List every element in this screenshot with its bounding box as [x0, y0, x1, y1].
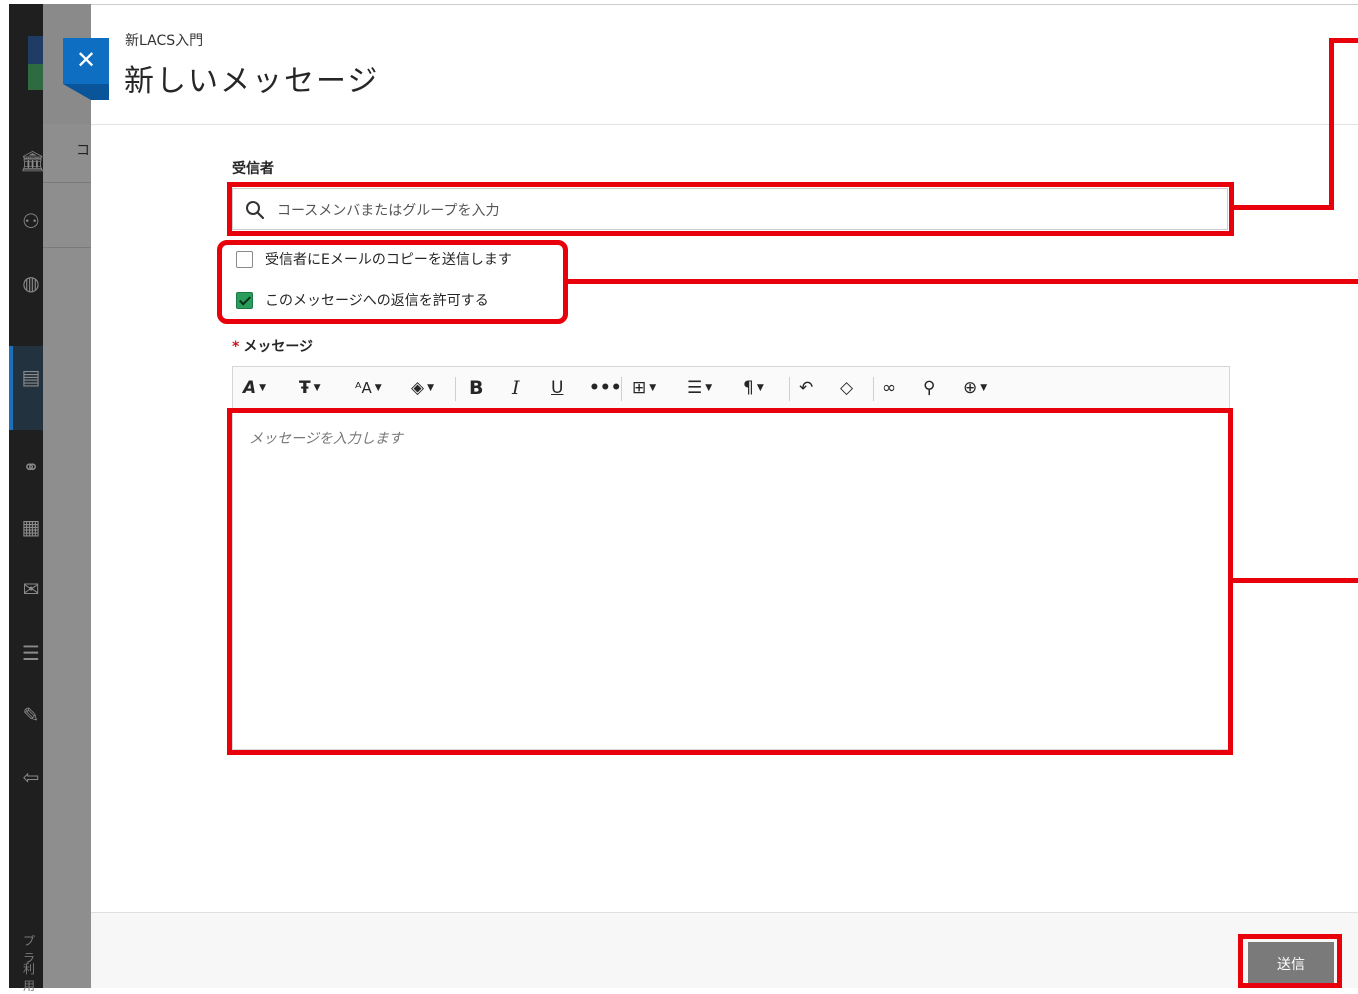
annotation-line-1b [1329, 38, 1334, 210]
text-style-button[interactable]: A ▼ [243, 375, 266, 401]
editor-toolbar: A ▼ Ŧ ▼ ᴬA ▼ ◈ ▼ B I U ••• ⊞ ▼ ☰ ▼ ¶ ▼ ↶ ◇ ∞ ⚲ … [232, 366, 1230, 410]
text-color-button[interactable]: ◈ ▼ [411, 375, 434, 401]
paragraph-icon: ¶ [743, 378, 754, 398]
close-icon: ✕ [75, 46, 97, 74]
message-label: * メッセージ [232, 339, 314, 355]
undo-icon: ↶ [799, 378, 814, 398]
insert-button[interactable]: ⊕ ▼ [963, 375, 987, 401]
text-style-icon: A [243, 378, 257, 398]
background-content: コ [43, 4, 91, 988]
required-mark: * [232, 339, 240, 355]
attach-icon: ⚲ [923, 378, 936, 398]
align-button[interactable]: ☰ ▼ [687, 375, 712, 401]
annotation-line-3 [1231, 578, 1358, 583]
more-button[interactable]: ••• [589, 375, 622, 401]
attach-button[interactable]: ⚲ [923, 375, 935, 401]
globe-icon: ◍ [22, 271, 40, 295]
panel-footer [91, 912, 1358, 988]
institution-icon: 🏛 [20, 149, 46, 173]
font-family-button[interactable]: Ŧ ▼ [299, 375, 321, 401]
table-icon: ⊞ [632, 378, 647, 398]
font-size-button[interactable]: ᴬA ▼ [355, 375, 382, 401]
bold-icon: B [469, 377, 484, 399]
align-icon: ☰ [687, 378, 703, 398]
background-nav: 🏛 ⚇ ◍ ▤ ⚭ ▦ ✉ ☰ ✎ ⇦ プラ 利用 [9, 4, 46, 993]
page-title: 新しいメッセージ [124, 64, 380, 99]
underline-icon: U [551, 378, 564, 398]
annotation-line-2 [566, 279, 1358, 284]
messages-icon: ✉ [22, 577, 40, 601]
header-divider [91, 124, 1358, 125]
font-family-icon: Ŧ [299, 378, 311, 398]
annotation-options [217, 240, 568, 324]
annotation-line-1a [1232, 205, 1334, 210]
link-icon: ∞ [882, 378, 897, 398]
profile-icon: ⚇ [22, 209, 40, 233]
annotation-recipients [227, 182, 1234, 236]
annotation-send [1238, 934, 1342, 988]
courses-icon: ▤ [21, 365, 41, 389]
font-size-icon: ᴬA [355, 379, 372, 397]
close-button[interactable]: ✕ [63, 38, 109, 84]
background-text: コ [76, 143, 90, 159]
text-color-icon: ◈ [411, 378, 425, 398]
italic-button[interactable]: I [512, 375, 520, 401]
insert-icon: ⊕ [963, 378, 978, 398]
annotation-editor [227, 408, 1233, 755]
italic-icon: I [512, 377, 520, 399]
paragraph-button[interactable]: ¶ ▼ [743, 375, 764, 401]
table-button[interactable]: ⊞ ▼ [632, 375, 656, 401]
clear-format-button[interactable]: ◇ [840, 375, 853, 401]
bold-button[interactable]: B [469, 375, 483, 401]
course-name: 新LACS入門 [125, 33, 204, 49]
link-button[interactable]: ∞ [882, 375, 896, 401]
signout-icon: ⇦ [22, 765, 40, 789]
grades-icon: ☰ [22, 641, 40, 665]
annotation-line-1c [1329, 38, 1358, 43]
more-icon: ••• [589, 378, 622, 398]
tools-icon: ✎ [22, 703, 40, 727]
underline-button[interactable]: U [551, 375, 563, 401]
recipients-label: 受信者 [232, 161, 274, 177]
groups-icon: ⚭ [22, 455, 40, 479]
clear-format-icon: ◇ [840, 378, 854, 398]
undo-button[interactable]: ↶ [799, 375, 813, 401]
nav-footer-2: 利用 [23, 962, 36, 993]
calendar-icon: ▦ [21, 515, 41, 539]
background-logo [28, 36, 44, 90]
